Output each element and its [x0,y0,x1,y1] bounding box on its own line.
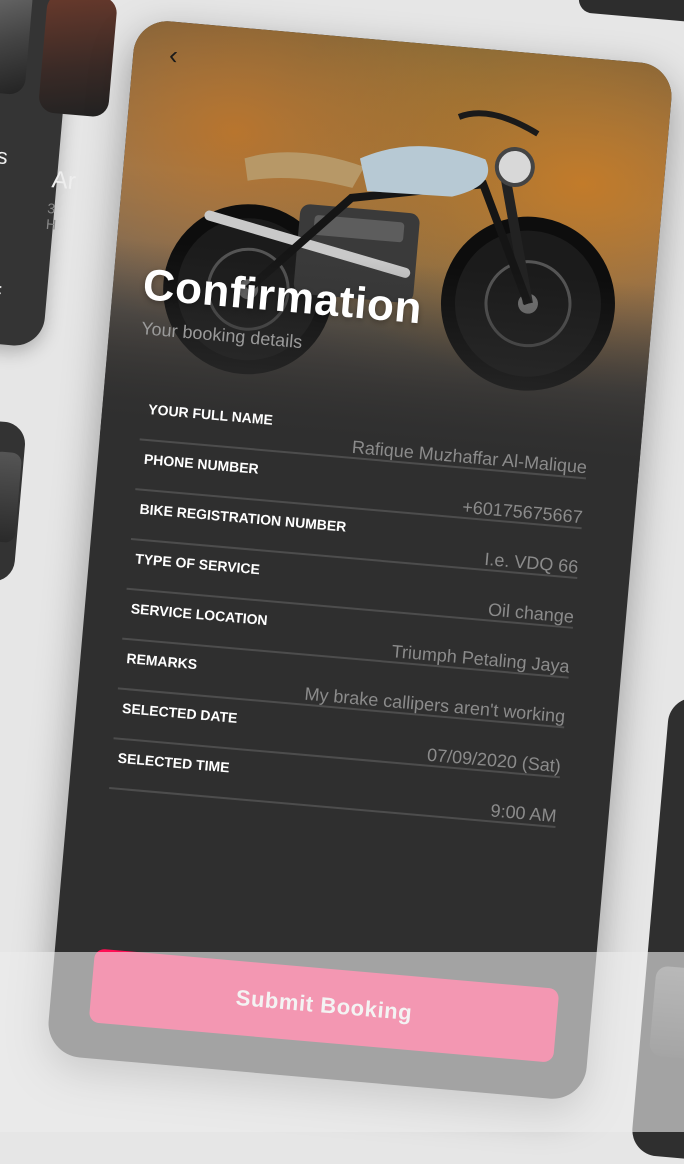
field-label: Your Full Name [147,401,274,428]
field-label: Service Location [130,600,269,629]
card-subtitle: 3 H [45,199,57,233]
chevron-left-icon: ‹ [168,39,180,71]
background-card-left: s Ar 3 H [0,0,118,348]
field-label: Phone Number [143,450,260,477]
menu-icon [0,281,2,299]
submit-booking-button[interactable]: Submit Booking [88,948,560,1063]
field-label: Type of Service [134,550,261,578]
confirmation-card: ‹ Confirmation Your booking details Your… [45,18,675,1102]
field-label: Selected Date [121,699,239,726]
background-card-right [630,695,684,1164]
bike-thumbnail [0,450,23,544]
booking-details-list: Your Full Name Rafique Muzhaffar Al-Mali… [109,392,591,831]
bike-thumbnail [37,0,118,118]
card-title-fragment: s [0,143,9,170]
field-value: 9:00 AM [489,800,558,827]
bike-thumbnail [0,0,34,96]
bike-thumbnail [648,965,684,1061]
field-label: Remarks [125,650,198,673]
background-card-right-top [577,0,684,28]
background-card-left-lower [0,416,27,584]
card-title: Ar [50,166,77,196]
back-button[interactable]: ‹ [168,39,196,71]
field-label: Selected Time [117,749,231,776]
